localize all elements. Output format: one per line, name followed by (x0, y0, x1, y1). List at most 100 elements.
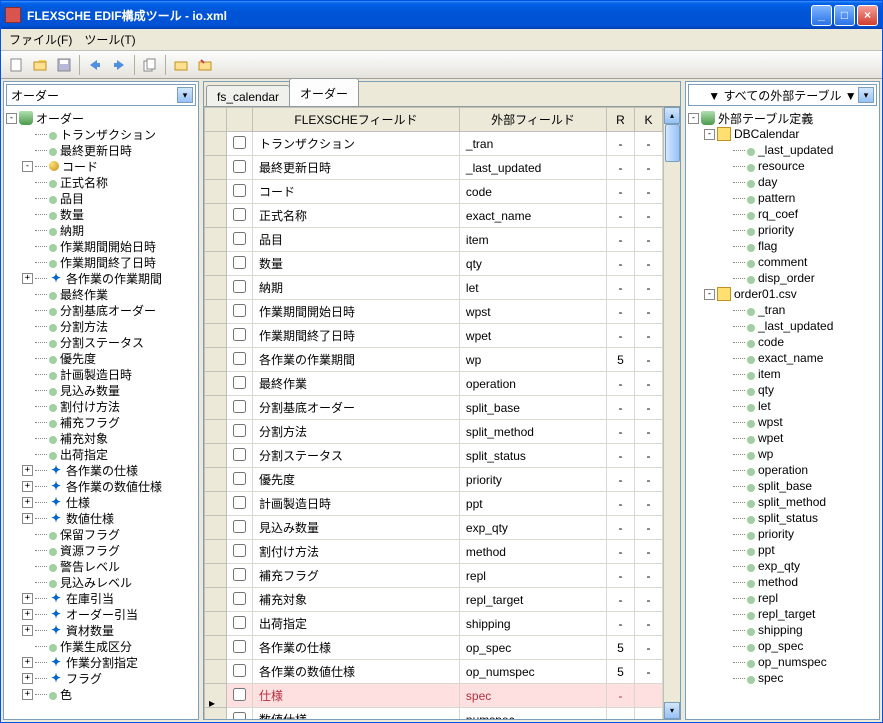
cell-k[interactable]: - (635, 708, 663, 720)
row-header[interactable] (205, 348, 227, 372)
cell-ext[interactable]: priority (459, 468, 606, 492)
cell-r[interactable]: - (607, 156, 635, 180)
tree-item[interactable]: +✦各作業の仕様 (6, 462, 196, 478)
cell-flex[interactable]: 各作業の作業期間 (253, 348, 460, 372)
tree-field[interactable]: operation (688, 462, 877, 478)
row-checkbox[interactable] (233, 328, 246, 341)
grid-row[interactable]: 最終更新日時_last_updated-- (205, 156, 663, 180)
menu-file[interactable]: ファイル(F) (9, 31, 72, 48)
tree-field[interactable]: shipping (688, 622, 877, 638)
row-header[interactable] (205, 468, 227, 492)
tree-field[interactable]: priority (688, 222, 877, 238)
copy-button[interactable] (139, 54, 161, 76)
tree-item[interactable]: 計画製造日時 (6, 366, 196, 382)
tree-item[interactable]: 見込み数量 (6, 382, 196, 398)
tree-field[interactable]: item (688, 366, 877, 382)
tree-field[interactable]: wpet (688, 430, 877, 446)
row-header[interactable] (205, 492, 227, 516)
tree-item[interactable]: 補充対象 (6, 430, 196, 446)
row-checkbox[interactable] (233, 664, 246, 677)
row-checkbox[interactable] (233, 472, 246, 485)
cell-flex[interactable]: 各作業の仕様 (253, 636, 460, 660)
cell-flex[interactable]: 出荷指定 (253, 612, 460, 636)
row-check[interactable] (227, 540, 253, 564)
tree-item[interactable]: 分割ステータス (6, 334, 196, 350)
tree-field[interactable]: flag (688, 238, 877, 254)
tree-field[interactable]: code (688, 334, 877, 350)
cell-k[interactable]: - (635, 492, 663, 516)
scroll-thumb[interactable] (665, 124, 680, 162)
row-header[interactable] (205, 300, 227, 324)
cell-flex[interactable]: 品目 (253, 228, 460, 252)
cell-flex[interactable]: 補充対象 (253, 588, 460, 612)
cell-ext[interactable]: item (459, 228, 606, 252)
tree-item[interactable]: 品目 (6, 190, 196, 206)
row-check[interactable] (227, 276, 253, 300)
col-k[interactable]: K (635, 108, 663, 132)
tree-field[interactable]: _last_updated (688, 318, 877, 334)
grid-row[interactable]: トランザクション_tran-- (205, 132, 663, 156)
cell-ext[interactable]: repl (459, 564, 606, 588)
row-check[interactable] (227, 564, 253, 588)
row-check[interactable] (227, 324, 253, 348)
cell-r[interactable]: - (607, 444, 635, 468)
row-check[interactable] (227, 588, 253, 612)
tree-field[interactable]: split_base (688, 478, 877, 494)
cell-k[interactable]: - (635, 348, 663, 372)
row-checkbox[interactable] (233, 448, 246, 461)
row-header[interactable] (205, 204, 227, 228)
tree-root[interactable]: -外部テーブル定義 (688, 110, 877, 126)
tree-item[interactable]: 警告レベル (6, 558, 196, 574)
row-check[interactable] (227, 252, 253, 276)
row-checkbox[interactable] (233, 592, 246, 605)
row-header[interactable] (205, 228, 227, 252)
row-header[interactable] (205, 636, 227, 660)
grid-row[interactable]: 各作業の作業期間wp5- (205, 348, 663, 372)
tree-item[interactable]: 納期 (6, 222, 196, 238)
row-checkbox[interactable] (233, 616, 246, 629)
cell-r[interactable]: - (607, 180, 635, 204)
cell-flex[interactable]: 分割基底オーダー (253, 396, 460, 420)
tree-item[interactable]: +✦在庫引当 (6, 590, 196, 606)
row-checkbox[interactable] (233, 280, 246, 293)
cell-k[interactable]: - (635, 420, 663, 444)
row-checkbox[interactable] (233, 256, 246, 269)
row-checkbox[interactable] (233, 208, 246, 221)
cell-r[interactable]: - (607, 252, 635, 276)
row-checkbox[interactable] (233, 712, 246, 720)
tree-item[interactable]: 正式名称 (6, 174, 196, 190)
grid-row[interactable]: 作業期間終了日時wpet-- (205, 324, 663, 348)
row-check[interactable] (227, 372, 253, 396)
row-check[interactable] (227, 180, 253, 204)
row-check[interactable] (227, 708, 253, 720)
tree-item[interactable]: 割付け方法 (6, 398, 196, 414)
grid-row[interactable]: 納期let-- (205, 276, 663, 300)
cell-flex[interactable]: 計画製造日時 (253, 492, 460, 516)
cell-k[interactable]: - (635, 468, 663, 492)
grid-row[interactable]: 優先度priority-- (205, 468, 663, 492)
maximize-button[interactable]: □ (834, 5, 855, 26)
tree-item[interactable]: 最終作業 (6, 286, 196, 302)
row-check[interactable] (227, 348, 253, 372)
tree-item[interactable]: 保留フラグ (6, 526, 196, 542)
cell-flex[interactable]: 仕様 (253, 684, 460, 708)
tree-field[interactable]: exact_name (688, 350, 877, 366)
left-tree[interactable]: -オーダートランザクション最終更新日時-コード正式名称品目数量納期作業期間開始日… (4, 108, 198, 719)
cell-ext[interactable]: method (459, 540, 606, 564)
cell-ext[interactable]: split_base (459, 396, 606, 420)
grid-row[interactable]: 各作業の数値仕様op_numspec5- (205, 660, 663, 684)
grid-row[interactable]: 仕様spec- (205, 684, 663, 708)
cell-r[interactable]: - (607, 276, 635, 300)
grid-row[interactable]: 数値仕様numspec-- (205, 708, 663, 720)
cell-r[interactable]: 5 (607, 348, 635, 372)
cell-flex[interactable]: 作業期間開始日時 (253, 300, 460, 324)
row-header[interactable] (205, 516, 227, 540)
cell-flex[interactable]: 分割方法 (253, 420, 460, 444)
cell-r[interactable]: - (607, 708, 635, 720)
grid-row[interactable]: 分割ステータスsplit_status-- (205, 444, 663, 468)
tree-field[interactable]: rq_coef (688, 206, 877, 222)
row-checkbox[interactable] (233, 184, 246, 197)
new-button[interactable] (5, 54, 27, 76)
tree-item[interactable]: +✦資材数量 (6, 622, 196, 638)
cell-r[interactable]: - (607, 132, 635, 156)
